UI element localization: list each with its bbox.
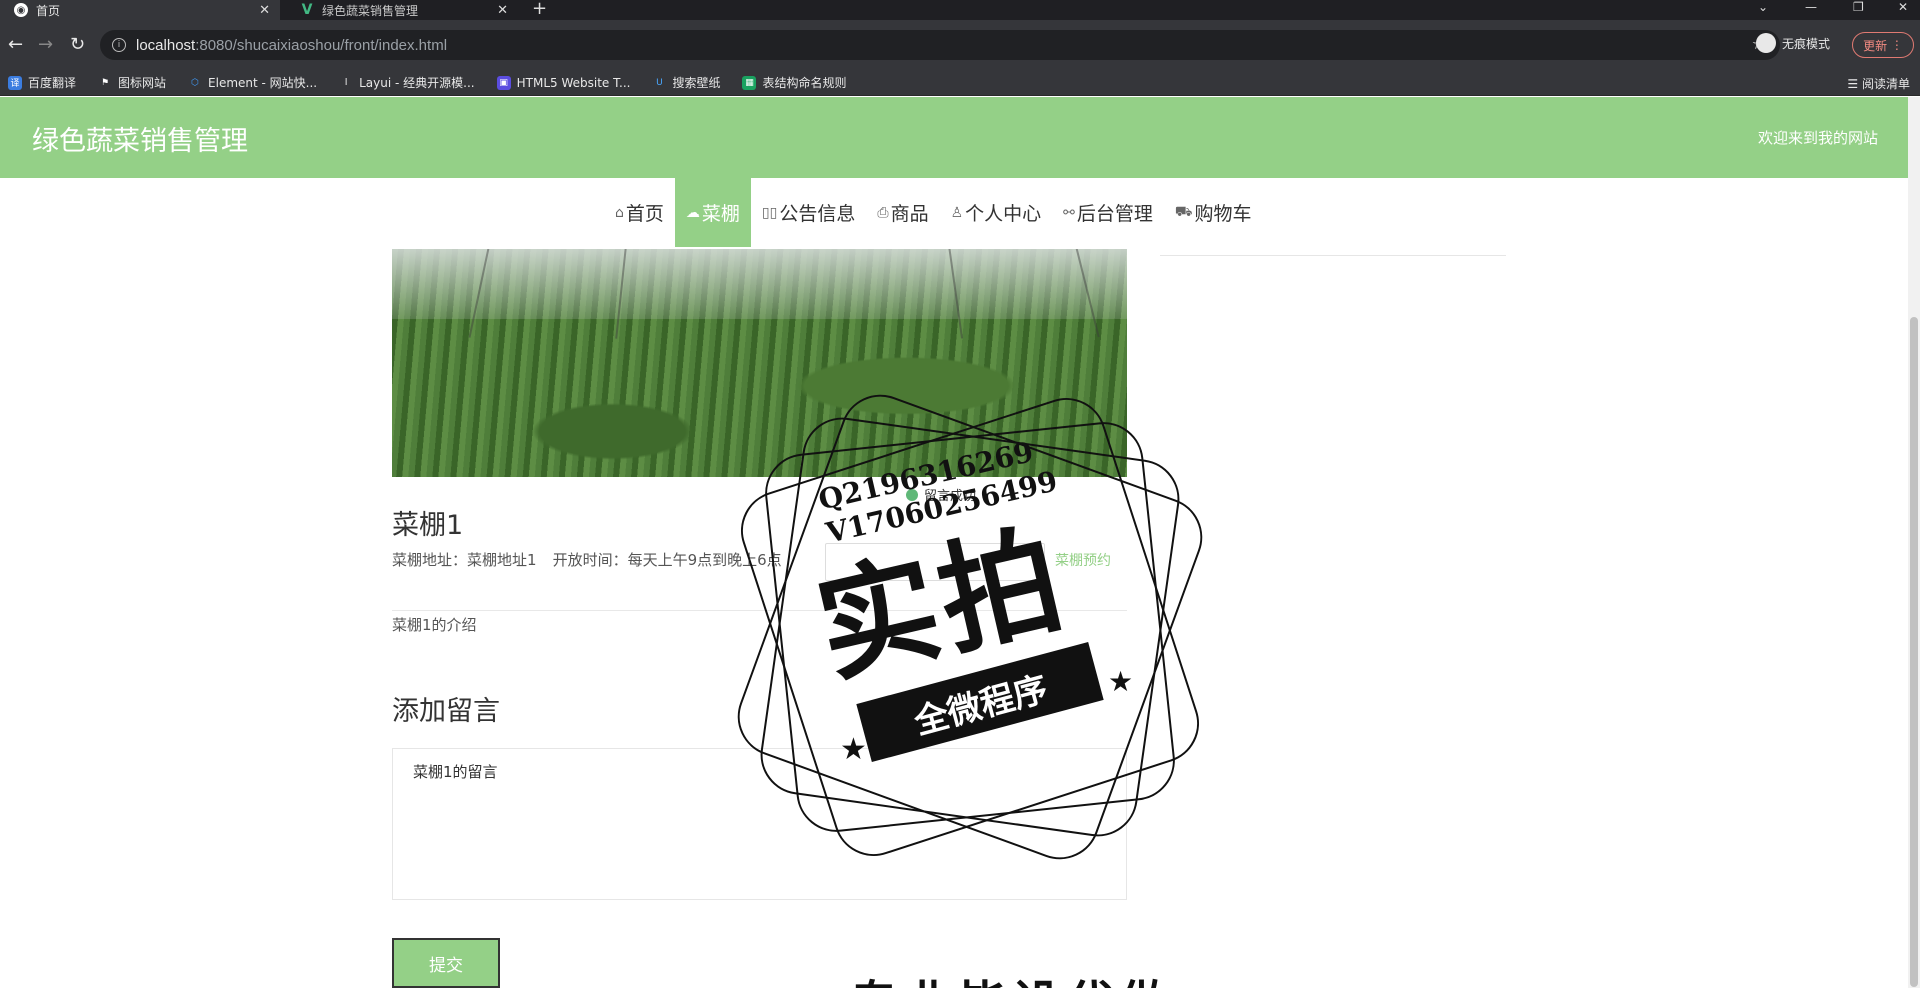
vue-icon: V [301,2,313,18]
site-info-icon[interactable]: i [112,38,126,52]
nav-item[interactable]: ⛟ 购物车 [1164,178,1263,247]
bookmark-item[interactable]: ▦ 表结构命名规则 [742,74,846,91]
tab-close-icon[interactable]: ✕ [259,3,270,18]
flag-icon: ⚑ [100,77,110,88]
scrollbar[interactable] [1908,97,1920,988]
greenhouse-photo [392,249,1127,477]
nav-item[interactable]: ▯▯ 公告信息 [751,178,866,247]
notice-icon: ▯▯ [761,204,778,221]
incognito-icon [1756,33,1776,53]
tab-title: 首页 [36,3,61,18]
user-icon: ♙ [950,204,964,221]
address-bar: ← → ↻ i localhost:8080/shucaixiaoshou/fr… [0,20,1920,70]
tab-title: 绿色蔬菜销售管理 [322,3,419,18]
nav-item-label: 个人中心 [965,203,1042,225]
bookmark-item[interactable]: 译百度翻译 [8,74,76,91]
bookmark-item[interactable]: ⬡ Element - 网站快... [188,74,317,91]
greenhouse-meta: 菜棚地址：菜棚地址1 开放时间：每天上午9点到晚上6点 [392,549,782,570]
incognito-indicator[interactable]: 无痕模式 [1756,33,1830,53]
nav-item-label: 公告信息 [779,203,856,225]
browser-tab-bar: ◉ 首页 ✕ V 绿色蔬菜销售管理 ✕ + ⌄ — ❐ ✕ [0,0,1920,20]
update-button[interactable]: 更新 ⋮ [1852,32,1914,58]
wallpaper-icon: U [656,77,663,88]
star-icon: ★ [1108,665,1134,698]
reserve-date-input[interactable] [825,543,1045,581]
minimize-icon[interactable]: — [1805,0,1817,14]
bookmarks-bar: 译百度翻译 ⚑ 图标网站 ⬡ Element - 网站快... l Layui - 经… [0,70,1920,96]
nav-item[interactable]: ⌂ 首页 [604,178,675,247]
home-icon: ⌂ [615,204,624,221]
page-viewport: 绿色蔬菜销售管理 欢迎来到我的网站 ⌂ 首页 ☁ 菜棚 ▯▯ 公告信息 ⎙ 商品 ♙ 个人中心 ⚯ 后… [0,97,1920,988]
url-input[interactable]: i localhost:8080/shucaixiaoshou/front/in… [100,30,1780,60]
watermark-main-text: 实拍 [805,509,1079,701]
success-toast: 留言成功 [906,485,976,504]
close-window-icon[interactable]: ✕ [1898,0,1908,14]
html5-icon: ▣ [496,75,511,90]
greenhouse-intro: 菜棚1的介绍 [392,616,477,634]
translate-icon: 译 [8,75,22,90]
welcome-text: 欢迎来到我的网站 [1757,129,1878,147]
layui-icon: l [344,77,348,88]
reading-list-button[interactable]: ☰ 阅读清单 [1847,75,1910,92]
element-icon: ⬡ [191,77,199,88]
nav-item[interactable]: ⎙ 商品 [866,178,939,247]
nav-item-label: 商品 [890,203,929,225]
main-nav: ⌂ 首页 ☁ 菜棚 ▯▯ 公告信息 ⎙ 商品 ♙ 个人中心 ⚯ 后台管理 ⛟ 购物车 [0,178,1908,247]
greenhouse-icon: ☁ [685,204,700,221]
red-dot [895,695,937,737]
browser-tab-home[interactable]: ◉ 首页 ✕ [0,0,280,20]
scrollbar-thumb[interactable] [1910,317,1918,987]
greenhouse-title: 菜棚1 [392,510,464,541]
restore-icon[interactable]: ❐ [1853,0,1864,14]
reload-icon[interactable]: ↻ [70,34,85,55]
address-label: 菜棚地址： [392,551,468,569]
nav-item[interactable]: ⚯ 后台管理 [1052,178,1164,247]
tab-search-icon[interactable]: ⌄ [1758,0,1768,14]
watermark-bottom-text: 专业毕设代做 [850,964,1174,988]
bookmark-item[interactable]: ⚑ 图标网站 [98,74,166,91]
submit-button[interactable]: 提交 [392,938,500,988]
globe-icon: ◉ [14,3,28,17]
goods-icon: ⎙ [877,204,889,221]
nav-item[interactable]: ☁ 菜棚 [674,178,751,247]
nav-item-label: 首页 [625,203,664,225]
watermark-ribbon: 全微程序 [856,641,1104,763]
hours-value: 每天上午9点到晚上6点 [627,551,782,569]
reserve-button[interactable]: 菜棚预约 [1055,550,1111,570]
comment-textarea[interactable]: 菜棚1的留言 [392,748,1127,900]
nav-item-label: 菜棚 [701,203,740,225]
sheet-icon: ▦ [742,75,757,90]
sidebar-divider [1160,255,1506,256]
nav-item[interactable]: ♙ 个人中心 [940,178,1053,247]
forward-icon[interactable]: → [38,34,53,55]
hours-label: 开放时间： [552,551,628,569]
nav-item-label: 购物车 [1194,203,1252,225]
bookmark-item[interactable]: ▣ HTML5 Website T... [496,75,630,90]
nav-item-label: 后台管理 [1076,203,1153,225]
back-icon[interactable]: ← [8,34,23,55]
add-comment-heading: 添加留言 [392,696,500,727]
browser-tab-admin[interactable]: V 绿色蔬菜销售管理 ✕ [286,0,518,20]
site-header: 绿色蔬菜销售管理 欢迎来到我的网站 [0,97,1908,178]
success-icon [906,488,918,501]
address-value: 菜棚地址1 [467,551,537,569]
link-icon: ⚯ [1063,204,1075,221]
cart-icon: ⛟ [1174,203,1193,220]
bookmark-item[interactable]: U 搜索壁纸 [652,74,720,91]
bookmark-item[interactable]: l Layui - 经典开源模... [339,74,475,91]
reading-list-icon: ☰ [1847,76,1862,91]
content-divider [392,610,1127,611]
tab-close-icon[interactable]: ✕ [497,3,508,18]
url-text: localhost:8080/shucaixiaoshou/front/inde… [136,36,448,54]
new-tab-icon[interactable]: + [532,0,547,19]
site-title: 绿色蔬菜销售管理 [32,126,248,157]
